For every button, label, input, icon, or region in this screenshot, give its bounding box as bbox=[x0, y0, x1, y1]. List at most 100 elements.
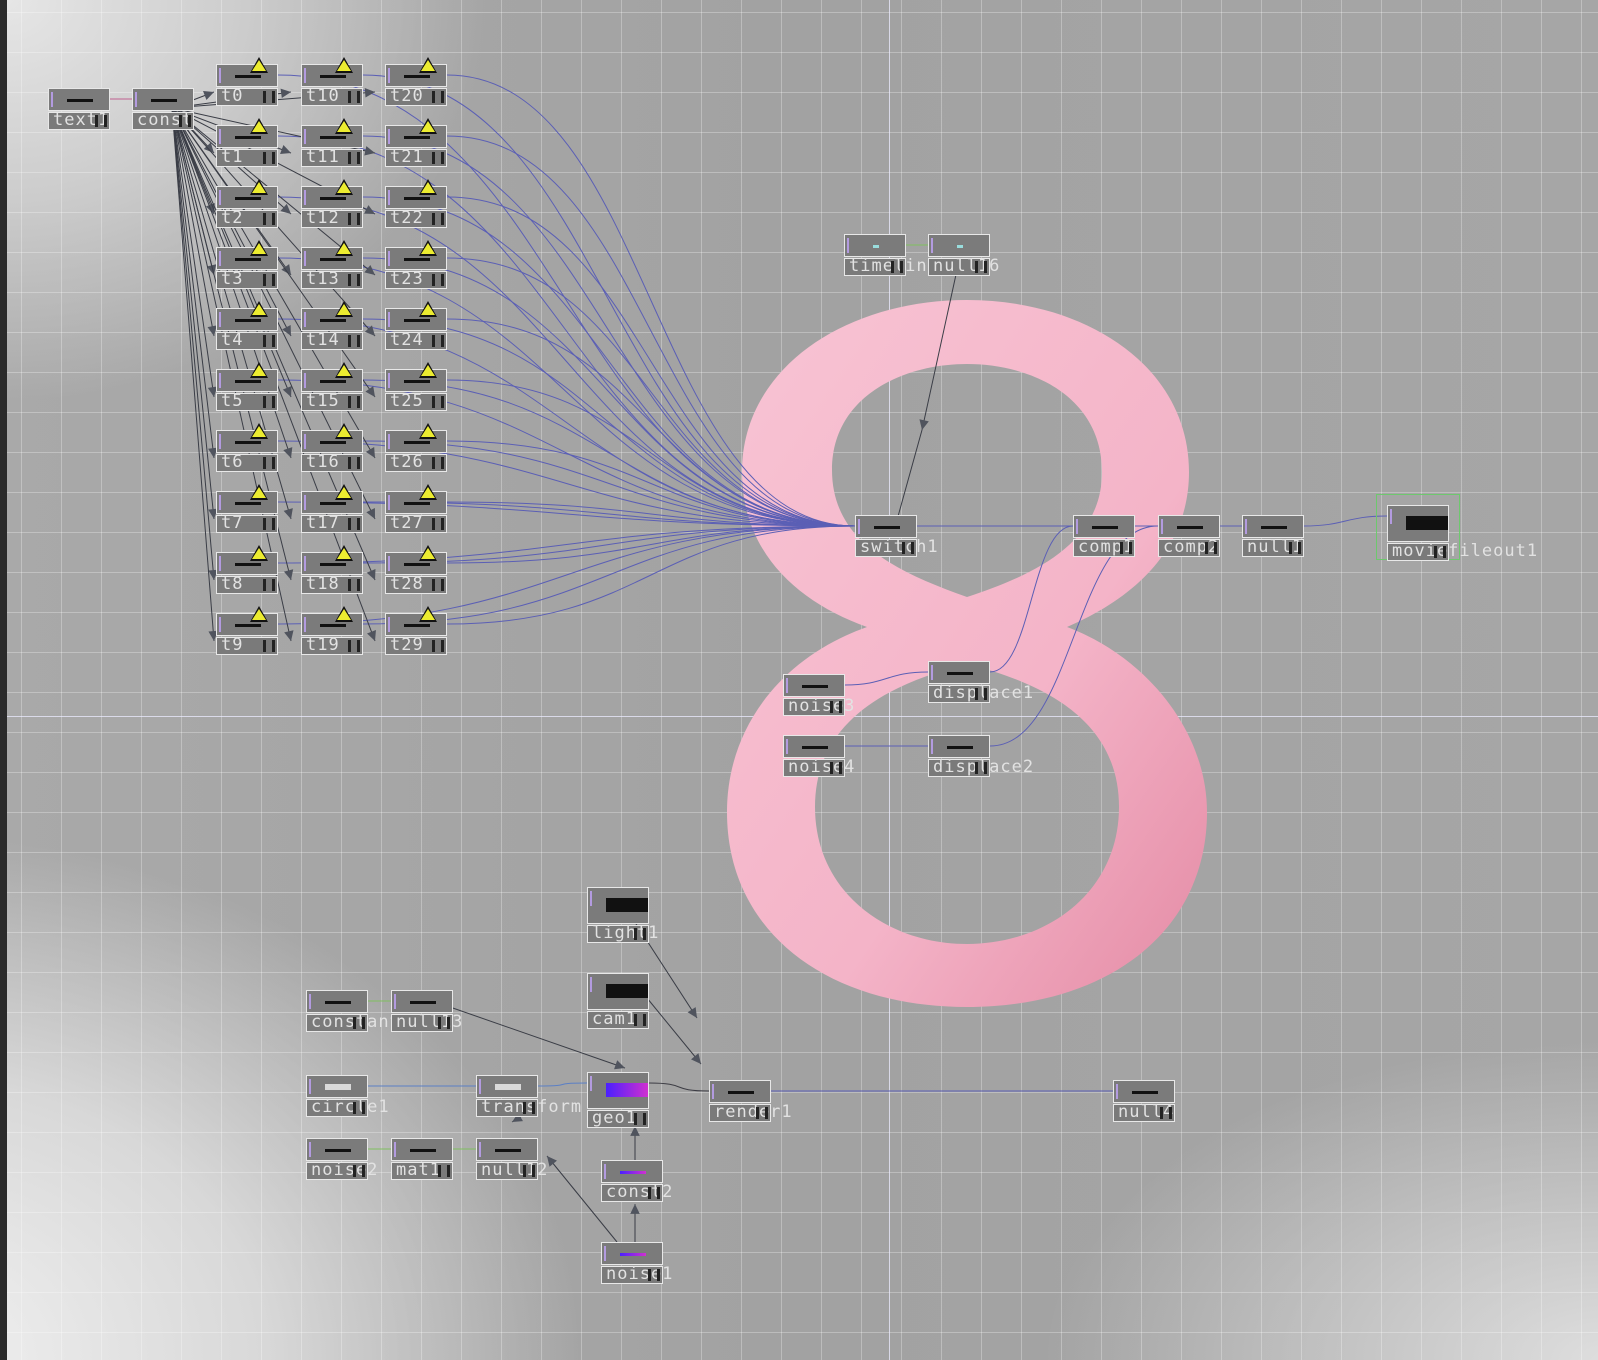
input-connector[interactable] bbox=[309, 994, 311, 1009]
node-noise2[interactable]: noise2 bbox=[306, 1138, 377, 1182]
node-viewer[interactable] bbox=[928, 735, 990, 758]
node-comp2[interactable]: comp2 bbox=[1158, 515, 1220, 559]
node-null1[interactable]: null1 bbox=[1242, 515, 1304, 559]
wire[interactable] bbox=[446, 318, 856, 527]
node-viewer[interactable] bbox=[301, 613, 363, 636]
display-flag-icon[interactable] bbox=[263, 274, 275, 286]
input-connector[interactable] bbox=[847, 238, 849, 253]
node-render1[interactable]: render1 bbox=[709, 1080, 792, 1124]
node-viewer[interactable] bbox=[216, 491, 278, 514]
input-connector[interactable] bbox=[304, 556, 306, 571]
display-flag-icon[interactable] bbox=[634, 1113, 646, 1125]
display-flag-icon[interactable] bbox=[353, 1165, 365, 1177]
warning-icon[interactable] bbox=[419, 423, 437, 439]
node-t4[interactable]: t4 bbox=[216, 301, 278, 352]
display-flag-icon[interactable] bbox=[263, 518, 275, 530]
input-connector[interactable] bbox=[304, 129, 306, 144]
input-connector[interactable] bbox=[388, 495, 390, 510]
node-t12[interactable]: t12 bbox=[301, 179, 363, 230]
display-flag-icon[interactable] bbox=[348, 518, 360, 530]
input-connector[interactable] bbox=[858, 519, 860, 534]
display-flag-icon[interactable] bbox=[1289, 542, 1301, 554]
wire[interactable] bbox=[446, 74, 856, 527]
node-t6[interactable]: t6 bbox=[216, 423, 278, 474]
node-t15[interactable]: t15 bbox=[301, 362, 363, 413]
node-viewer[interactable] bbox=[301, 308, 363, 331]
input-connector[interactable] bbox=[304, 495, 306, 510]
node-viewer[interactable] bbox=[587, 887, 649, 924]
input-connector[interactable] bbox=[388, 190, 390, 205]
input-connector[interactable] bbox=[388, 251, 390, 266]
node-geo1[interactable]: geo1 bbox=[587, 1072, 649, 1128]
warning-icon[interactable] bbox=[250, 57, 268, 73]
input-connector[interactable] bbox=[590, 891, 592, 906]
warning-icon[interactable] bbox=[419, 57, 437, 73]
node-viewer[interactable] bbox=[301, 247, 363, 270]
display-flag-icon[interactable] bbox=[523, 1165, 535, 1177]
input-connector[interactable] bbox=[304, 312, 306, 327]
node-viewer[interactable] bbox=[391, 990, 453, 1013]
warning-icon[interactable] bbox=[250, 118, 268, 134]
node-t2[interactable]: t2 bbox=[216, 179, 278, 230]
warning-icon[interactable] bbox=[335, 545, 353, 561]
node-null13[interactable]: null13 bbox=[391, 990, 462, 1034]
display-flag-icon[interactable] bbox=[348, 335, 360, 347]
node-t7[interactable]: t7 bbox=[216, 484, 278, 535]
wire[interactable] bbox=[537, 1082, 588, 1087]
input-connector[interactable] bbox=[1245, 519, 1247, 534]
warning-icon[interactable] bbox=[335, 118, 353, 134]
display-flag-icon[interactable] bbox=[975, 762, 987, 774]
node-t14[interactable]: t14 bbox=[301, 301, 363, 352]
node-viewer[interactable] bbox=[385, 125, 447, 148]
input-connector[interactable] bbox=[388, 129, 390, 144]
wire[interactable] bbox=[648, 1082, 710, 1092]
display-flag-icon[interactable] bbox=[348, 579, 360, 591]
node-viewer[interactable] bbox=[216, 552, 278, 575]
input-connector[interactable] bbox=[1161, 519, 1163, 534]
input-connector[interactable] bbox=[388, 556, 390, 571]
input-connector[interactable] bbox=[219, 312, 221, 327]
display-flag-icon[interactable] bbox=[348, 274, 360, 286]
node-t3[interactable]: t3 bbox=[216, 240, 278, 291]
node-t16[interactable]: t16 bbox=[301, 423, 363, 474]
input-connector[interactable] bbox=[1390, 509, 1392, 524]
display-flag-icon[interactable] bbox=[891, 261, 903, 273]
node-t9[interactable]: t9 bbox=[216, 606, 278, 657]
node-transform[interactable]: transform bbox=[476, 1075, 581, 1119]
input-connector[interactable] bbox=[219, 190, 221, 205]
node-timeline1[interactable]: timeline1 bbox=[844, 234, 949, 278]
warning-icon[interactable] bbox=[335, 57, 353, 73]
node-mat1[interactable]: mat1 bbox=[391, 1138, 453, 1182]
warning-icon[interactable] bbox=[335, 362, 353, 378]
warning-icon[interactable] bbox=[250, 240, 268, 256]
node-t5[interactable]: t5 bbox=[216, 362, 278, 413]
wire[interactable] bbox=[1303, 515, 1388, 527]
display-flag-icon[interactable] bbox=[348, 152, 360, 164]
node-comp1[interactable]: comp1 bbox=[1073, 515, 1135, 559]
display-flag-icon[interactable] bbox=[348, 213, 360, 225]
input-connector[interactable] bbox=[712, 1084, 714, 1099]
node-viewer[interactable] bbox=[306, 1138, 368, 1161]
node-t10[interactable]: t10 bbox=[301, 57, 363, 108]
display-flag-icon[interactable] bbox=[432, 335, 444, 347]
warning-icon[interactable] bbox=[419, 362, 437, 378]
display-flag-icon[interactable] bbox=[432, 640, 444, 652]
node-viewer[interactable] bbox=[306, 1075, 368, 1098]
node-viewer[interactable] bbox=[476, 1138, 538, 1161]
warning-icon[interactable] bbox=[419, 179, 437, 195]
node-viewer[interactable] bbox=[216, 613, 278, 636]
display-flag-icon[interactable] bbox=[432, 274, 444, 286]
input-connector[interactable] bbox=[388, 434, 390, 449]
input-connector[interactable] bbox=[479, 1079, 481, 1094]
input-connector[interactable] bbox=[135, 92, 137, 107]
input-connector[interactable] bbox=[931, 238, 933, 253]
node-noise1[interactable]: noise1 bbox=[601, 1242, 672, 1286]
display-flag-icon[interactable] bbox=[263, 457, 275, 469]
warning-icon[interactable] bbox=[335, 423, 353, 439]
node-viewer[interactable] bbox=[844, 234, 906, 257]
node-viewer[interactable] bbox=[587, 973, 649, 1010]
wire[interactable] bbox=[989, 525, 1074, 673]
warning-icon[interactable] bbox=[250, 484, 268, 500]
display-flag-icon[interactable] bbox=[830, 701, 842, 713]
node-switch1[interactable]: switch1 bbox=[855, 515, 938, 559]
